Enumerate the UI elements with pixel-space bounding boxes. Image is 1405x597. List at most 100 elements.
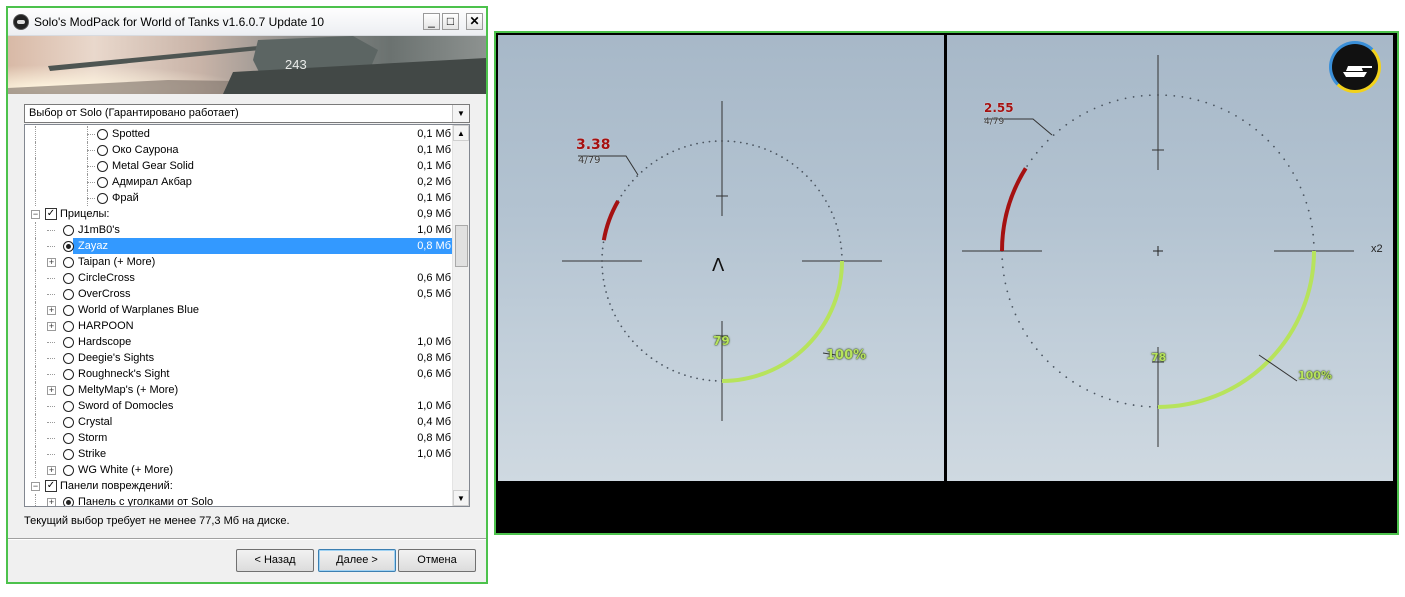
tree-item[interactable]: Zayaz 0,8 Мб xyxy=(25,238,453,254)
scroll-down-icon[interactable]: ▼ xyxy=(453,490,469,506)
radio-button[interactable] xyxy=(63,417,74,428)
radio-button[interactable] xyxy=(97,177,108,188)
tree-item[interactable]: Metal Gear Solid 0,1 Мб xyxy=(25,158,453,174)
radio-button[interactable] xyxy=(63,225,74,236)
tree-scrollbar[interactable]: ▲ ▼ xyxy=(452,125,469,506)
radio-button[interactable] xyxy=(63,305,74,316)
reticle-dot xyxy=(611,308,614,311)
tree-item[interactable]: Spotted 0,1 Мб xyxy=(25,126,453,142)
tree-item-size: 1,0 Мб xyxy=(417,400,451,412)
radio-button[interactable] xyxy=(63,497,74,506)
reticle-dot xyxy=(758,145,760,148)
reticle-dot xyxy=(1022,328,1024,330)
radio-button[interactable] xyxy=(63,353,74,364)
reticle-dot xyxy=(830,211,833,214)
reticle-dot xyxy=(1312,241,1315,244)
reticle-dot xyxy=(764,148,766,150)
maximize-button[interactable]: □ xyxy=(442,13,459,30)
collapse-icon[interactable]: − xyxy=(31,482,40,491)
reticle-dot xyxy=(821,194,824,197)
collapse-icon[interactable]: − xyxy=(31,210,40,219)
minimize-button[interactable]: _ xyxy=(423,13,440,30)
tree-item-size: 0,1 Мб xyxy=(417,192,451,204)
tree-item[interactable]: + Панель с уголками от Solo xyxy=(25,494,453,506)
expand-icon[interactable]: + xyxy=(47,466,56,475)
reticle-dot xyxy=(1101,395,1103,398)
radio-button[interactable] xyxy=(63,385,74,396)
tree-item[interactable]: Storm 0,8 Мб xyxy=(25,430,453,446)
radio-button[interactable] xyxy=(63,369,74,380)
tree-item-size: 0,1 Мб xyxy=(417,128,451,140)
reticle-dot xyxy=(1305,201,1308,204)
preset-dropdown[interactable]: Выбор от Solo (Гарантировано работает) ▼ xyxy=(24,104,470,123)
reticle-dot xyxy=(838,235,841,237)
tree-item-label: WG White (+ More) xyxy=(78,464,174,476)
radio-button[interactable] xyxy=(63,337,74,348)
radio-button[interactable] xyxy=(63,289,74,300)
radio-button[interactable] xyxy=(63,401,74,412)
close-button[interactable]: ✕ xyxy=(466,13,483,30)
component-tree[interactable]: Spotted 0,1 Мб Око Саурона 0,1 Мб Metal Gear… xyxy=(24,124,470,507)
reticle-dot xyxy=(840,247,843,250)
tree-item[interactable]: + HARPOON xyxy=(25,318,453,334)
tree-item[interactable]: Strike 1,0 Мб xyxy=(25,446,453,462)
tree-item[interactable]: Deegie's Sights 0,8 Мб xyxy=(25,350,453,366)
tree-item[interactable]: Sword of Domocles 1,0 Мб xyxy=(25,398,453,414)
reticle-dot xyxy=(1307,209,1310,212)
radio-button[interactable] xyxy=(63,465,74,476)
chevron-down-icon[interactable]: ▼ xyxy=(452,105,469,122)
reticle-dot xyxy=(696,142,698,145)
expand-icon[interactable]: + xyxy=(47,322,56,331)
tree-item[interactable]: + WG White (+ More) xyxy=(25,462,453,478)
tree-item-label: Storm xyxy=(78,432,108,444)
reticle-dot xyxy=(1041,354,1043,357)
tree-item[interactable]: Фрай 0,1 Мб xyxy=(25,190,453,206)
reticle-dot xyxy=(672,369,675,372)
expand-icon[interactable]: + xyxy=(47,306,56,315)
reticle-dot xyxy=(752,144,754,146)
checkbox[interactable]: ✓ xyxy=(45,208,57,220)
tree-item[interactable]: Hardscope 1,0 Мб xyxy=(25,334,453,350)
radio-button[interactable] xyxy=(97,161,108,172)
tree-item[interactable]: Око Саурона 0,1 Мб xyxy=(25,142,453,158)
radio-button[interactable] xyxy=(63,257,74,268)
tree-guide-line xyxy=(35,318,36,334)
title-bar[interactable]: Solo's ModPack for World of Tanks v1.6.0… xyxy=(8,8,486,36)
scroll-up-icon[interactable]: ▲ xyxy=(453,125,469,141)
tree-item[interactable]: + MeltyMap's (+ More) xyxy=(25,382,453,398)
radio-button[interactable] xyxy=(63,433,74,444)
radio-button[interactable] xyxy=(63,449,74,460)
reticle-dot xyxy=(636,175,639,178)
radio-button[interactable] xyxy=(97,193,108,204)
tree-item[interactable]: J1mB0's 1,0 Мб xyxy=(25,222,453,238)
radio-button[interactable] xyxy=(97,129,108,140)
tree-item[interactable]: Crystal 0,4 Мб xyxy=(25,414,453,430)
reticle-dot xyxy=(627,184,630,187)
reticle-dot xyxy=(1018,320,1020,323)
tree-item[interactable]: − ✓ Прицелы: 0,9 Мб xyxy=(25,206,453,222)
tree-item[interactable]: + World of Warplanes Blue xyxy=(25,302,453,318)
radio-button[interactable] xyxy=(63,273,74,284)
tree-item[interactable]: Адмирал Акбар 0,2 Мб xyxy=(25,174,453,190)
tree-item[interactable]: − ✓ Панели повреждений: xyxy=(25,478,453,494)
checkbox[interactable]: ✓ xyxy=(45,480,57,492)
radio-button[interactable] xyxy=(63,241,74,252)
tree-item[interactable]: + Taipan (+ More) xyxy=(25,254,453,270)
radio-button[interactable] xyxy=(63,321,74,332)
tree-item[interactable]: CircleCross 0,6 Мб xyxy=(25,270,453,286)
tree-item[interactable]: OverCross 0,5 Мб xyxy=(25,286,453,302)
radio-button[interactable] xyxy=(97,145,108,156)
expand-icon[interactable]: + xyxy=(47,386,56,395)
expand-icon[interactable]: + xyxy=(47,258,56,267)
tree-item[interactable]: Roughneck's Sight 0,6 Мб xyxy=(25,366,453,382)
reticle-dot xyxy=(1296,179,1298,182)
reticle-dot xyxy=(650,163,653,165)
back-button[interactable]: < Назад xyxy=(236,549,314,572)
next-button[interactable]: Далее > xyxy=(318,549,396,572)
tree-guide-line xyxy=(35,334,36,350)
reticle-dot xyxy=(650,357,653,359)
reticle-dot xyxy=(1046,139,1049,142)
scroll-thumb[interactable] xyxy=(455,225,468,267)
cancel-button[interactable]: Отмена xyxy=(398,549,476,572)
expand-icon[interactable]: + xyxy=(47,498,56,506)
